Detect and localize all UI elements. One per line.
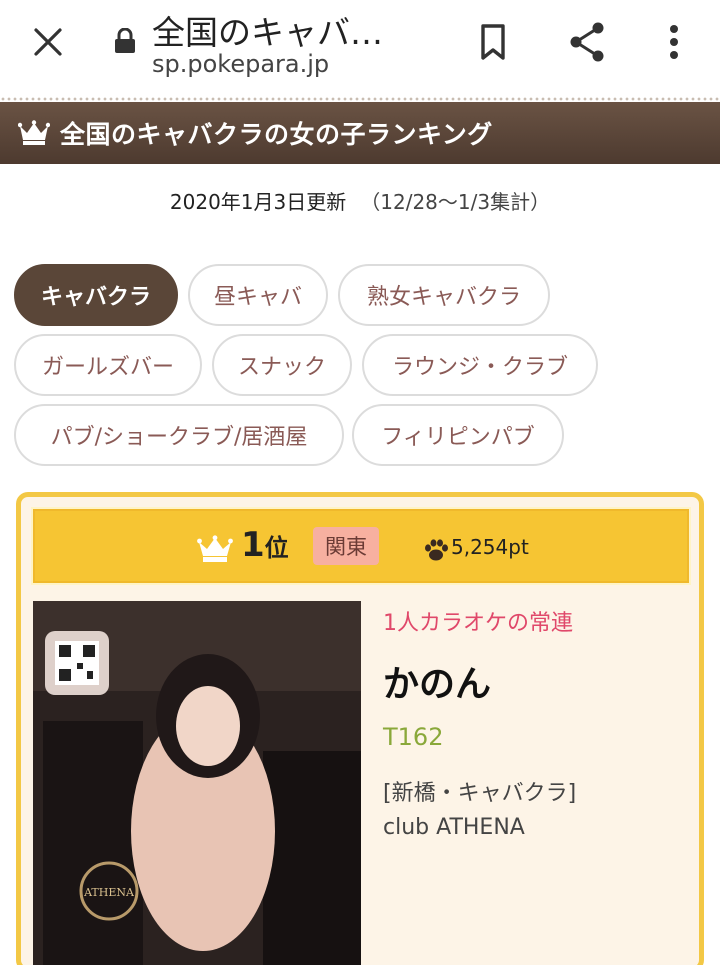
category-cabaret[interactable]: キャバクラ	[14, 264, 178, 326]
svg-text:ATHENA: ATHENA	[83, 886, 135, 899]
category-mature-cabaret[interactable]: 熟女キャバクラ	[338, 264, 550, 326]
browser-toolbar: 全国のキャバ… sp.pokepara.jp	[0, 0, 720, 96]
section-header: 全国のキャバクラの女の子ランキング	[0, 102, 720, 164]
region-badge: 関東	[313, 527, 379, 565]
category-snack[interactable]: スナック	[212, 334, 352, 396]
crown-icon	[197, 535, 233, 563]
category-pub-show-izakaya[interactable]: パブ/ショークラブ/居酒屋	[14, 404, 344, 466]
section-title: 全国のキャバクラの女の子ランキング	[60, 120, 493, 149]
category-lounge-club[interactable]: ラウンジ・クラブ	[362, 334, 598, 396]
url-text[interactable]: sp.pokepara.jp	[152, 50, 329, 78]
more-vert-icon[interactable]	[660, 20, 688, 64]
club-name[interactable]: club ATHENA	[383, 815, 525, 840]
points-value: 5,254pt	[451, 535, 529, 559]
share-icon[interactable]	[566, 20, 610, 64]
paw-icon	[421, 537, 451, 563]
rank-number: 1位	[241, 525, 289, 565]
girl-name[interactable]: かのん	[383, 655, 491, 707]
update-date: 2020年1月3日更新	[169, 190, 347, 214]
height-text: T162	[383, 723, 444, 751]
ranking-card[interactable]: 1位 関東 5,254pt ATHENA 1人カラオケの常連 かのん T162 …	[16, 492, 704, 965]
close-icon[interactable]	[28, 22, 68, 62]
crown-icon	[17, 120, 51, 146]
bookmark-icon[interactable]	[474, 22, 512, 62]
aggregation-period: （12/28〜1/3集計）	[360, 190, 551, 214]
category-day-cabaret[interactable]: 昼キャバ	[188, 264, 328, 326]
update-info: 2020年1月3日更新 （12/28〜1/3集計）	[0, 186, 720, 215]
rank-bar: 1位 関東 5,254pt	[31, 507, 691, 585]
category-girls-bar[interactable]: ガールズバー	[14, 334, 202, 396]
page-title[interactable]: 全国のキャバ…	[152, 6, 383, 54]
category-philippine-pub[interactable]: フィリピンパブ	[352, 404, 564, 466]
lock-icon	[114, 27, 136, 54]
profile-photo[interactable]: ATHENA	[33, 601, 361, 965]
catchphrase: 1人カラオケの常連	[383, 611, 573, 636]
area-genre: [新橋・キャバクラ]	[383, 781, 577, 806]
